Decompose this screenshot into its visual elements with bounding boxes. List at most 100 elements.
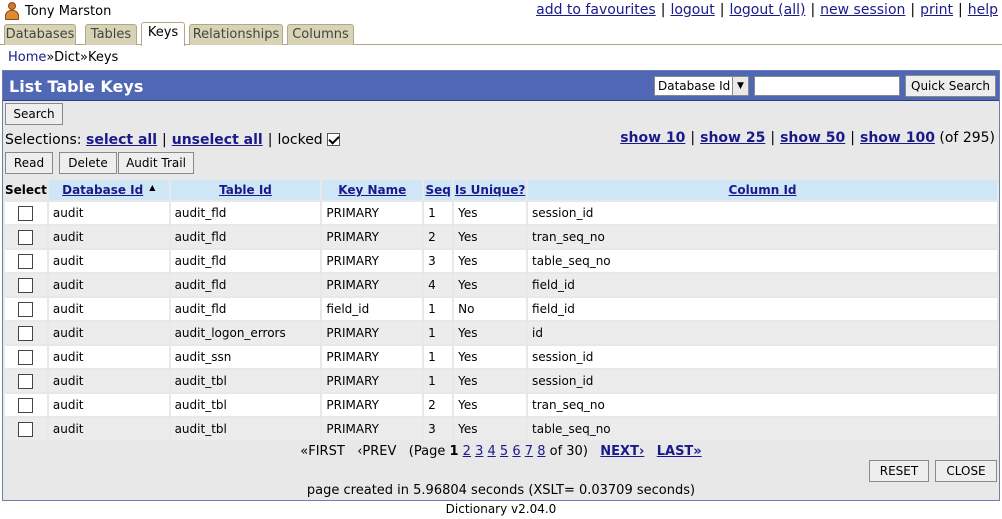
chevron-down-icon[interactable]: ▼ — [732, 77, 748, 95]
show-100-link[interactable]: show 100 — [860, 130, 935, 146]
pager-page-link[interactable]: 2 — [463, 444, 471, 459]
row-checkbox[interactable] — [18, 253, 34, 269]
pager-page-link[interactable]: 6 — [512, 444, 520, 459]
row-checkbox[interactable] — [18, 277, 34, 293]
show-25-link[interactable]: show 25 — [700, 130, 765, 146]
row-checkbox[interactable] — [18, 397, 34, 413]
cell-column-id: table_seq_no — [528, 418, 997, 440]
row-select-cell — [5, 370, 47, 392]
tab-columns[interactable]: Columns — [287, 24, 354, 45]
print-link[interactable]: print — [920, 2, 953, 18]
cell-table-id: audit_fld — [170, 226, 321, 248]
pager-page-link[interactable]: 7 — [525, 444, 533, 459]
row-checkbox[interactable] — [18, 373, 34, 389]
table-header-row: Select Database Id ▲ Table Id Key Name Se… — [5, 180, 997, 200]
sort-column-id-link[interactable]: Column Id — [729, 183, 797, 197]
quick-search-field-select[interactable]: Database Id ▼ — [654, 76, 749, 96]
user-name: Tony Marston — [25, 3, 112, 19]
sort-is-unique-link[interactable]: Is Unique? — [455, 183, 525, 197]
cell-seq: 1 — [424, 322, 453, 344]
pager-next-link[interactable]: NEXT› — [600, 444, 644, 459]
quick-search-input[interactable] — [754, 76, 900, 96]
cell-seq: 3 — [424, 418, 453, 440]
row-select-cell — [5, 346, 47, 368]
unselect-all-link[interactable]: unselect all — [172, 132, 263, 148]
reset-button[interactable]: RESET — [869, 460, 929, 482]
cell-table-id: audit_fld — [170, 250, 321, 272]
sort-database-id-link[interactable]: Database Id — [62, 183, 143, 197]
search-button[interactable]: Search — [5, 103, 63, 125]
cell-is-unique: Yes — [454, 274, 527, 296]
row-select-cell — [5, 298, 47, 320]
read-button[interactable]: Read — [5, 152, 53, 174]
column-header-seq[interactable]: Seq — [424, 180, 453, 200]
delete-button[interactable]: Delete — [59, 152, 117, 174]
audit-trail-button[interactable]: Audit Trail — [118, 152, 194, 174]
cell-is-unique: No — [454, 298, 527, 320]
locked-label: locked — [277, 132, 323, 148]
table-row: audit audit_tbl PRIMARY 1 Yes session_id — [5, 370, 997, 392]
sort-seq-link[interactable]: Seq — [425, 183, 450, 197]
new-session-link[interactable]: new session — [820, 2, 905, 18]
select-all-link[interactable]: select all — [86, 132, 157, 148]
cell-is-unique: Yes — [454, 202, 527, 224]
row-checkbox[interactable] — [18, 301, 34, 317]
close-button[interactable]: CLOSE — [935, 460, 997, 482]
pager-last-link[interactable]: LAST» — [657, 444, 702, 459]
show-50-link[interactable]: show 50 — [780, 130, 845, 146]
logout-link[interactable]: logout — [670, 2, 714, 18]
top-links: add to favourites | logout | logout (all) | ne… — [536, 2, 998, 18]
logout-all-link[interactable]: logout (all) — [729, 2, 805, 18]
row-checkbox[interactable] — [18, 205, 34, 221]
tab-relationships[interactable]: Relationships — [189, 24, 283, 45]
cell-key-name: PRIMARY — [322, 274, 423, 296]
cell-is-unique: Yes — [454, 226, 527, 248]
row-checkbox[interactable] — [18, 325, 34, 341]
cell-key-name: field_id — [322, 298, 423, 320]
cell-table-id: audit_ssn — [170, 346, 321, 368]
row-checkbox[interactable] — [18, 421, 34, 437]
row-select-cell — [5, 202, 47, 224]
sort-key-name-link[interactable]: Key Name — [338, 183, 406, 197]
row-select-cell — [5, 274, 47, 296]
cell-table-id: audit_fld — [170, 298, 321, 320]
locked-checkbox[interactable] — [327, 133, 341, 146]
breadcrumb: Home»Dict»Keys — [8, 50, 118, 65]
pager-page-link[interactable]: 8 — [537, 444, 545, 459]
pager-page-link[interactable]: 5 — [500, 444, 508, 459]
show-10-link[interactable]: show 10 — [620, 130, 685, 146]
cell-key-name: PRIMARY — [322, 418, 423, 440]
help-link[interactable]: help — [968, 2, 998, 18]
row-select-cell — [5, 322, 47, 344]
cell-seq: 4 — [424, 274, 453, 296]
breadcrumb-home[interactable]: Home — [8, 50, 46, 65]
tab-databases[interactable]: Databases — [4, 24, 76, 45]
pagination: «FIRST ‹PREV (Page 1 2 3 4 5 6 7 8 of 30… — [3, 444, 999, 459]
cell-database-id: audit — [48, 298, 169, 320]
tab-tables[interactable]: Tables — [85, 24, 137, 45]
pager-page-link[interactable]: 3 — [475, 444, 483, 459]
user-icon — [4, 2, 20, 20]
cell-database-id: audit — [48, 346, 169, 368]
column-header-key-name[interactable]: Key Name — [322, 180, 423, 200]
column-header-is-unique[interactable]: Is Unique? — [454, 180, 527, 200]
column-header-table-id[interactable]: Table Id — [170, 180, 321, 200]
column-header-database-id[interactable]: Database Id ▲ — [48, 180, 169, 200]
main-panel: List Table Keys Database Id ▼ Quick Sear… — [2, 70, 1000, 501]
tab-bar: Databases Tables Keys Relationships Colu… — [0, 22, 1002, 46]
row-checkbox[interactable] — [18, 229, 34, 245]
cell-key-name: PRIMARY — [322, 202, 423, 224]
cell-key-name: PRIMARY — [322, 346, 423, 368]
row-select-cell — [5, 250, 47, 272]
quick-search-button[interactable]: Quick Search — [905, 75, 996, 97]
row-checkbox[interactable] — [18, 349, 34, 365]
sort-table-id-link[interactable]: Table Id — [219, 183, 272, 197]
breadcrumb-keys: Keys — [87, 50, 119, 65]
column-header-column-id[interactable]: Column Id — [528, 180, 997, 200]
pager-page-link[interactable]: 4 — [488, 444, 496, 459]
cell-column-id: session_id — [528, 202, 997, 224]
version-footer: Dictionary v2.04.0 — [445, 502, 557, 516]
add-to-favourites-link[interactable]: add to favourites — [536, 2, 656, 18]
tab-keys[interactable]: Keys — [141, 22, 185, 46]
cell-column-id: tran_seq_no — [528, 394, 997, 416]
